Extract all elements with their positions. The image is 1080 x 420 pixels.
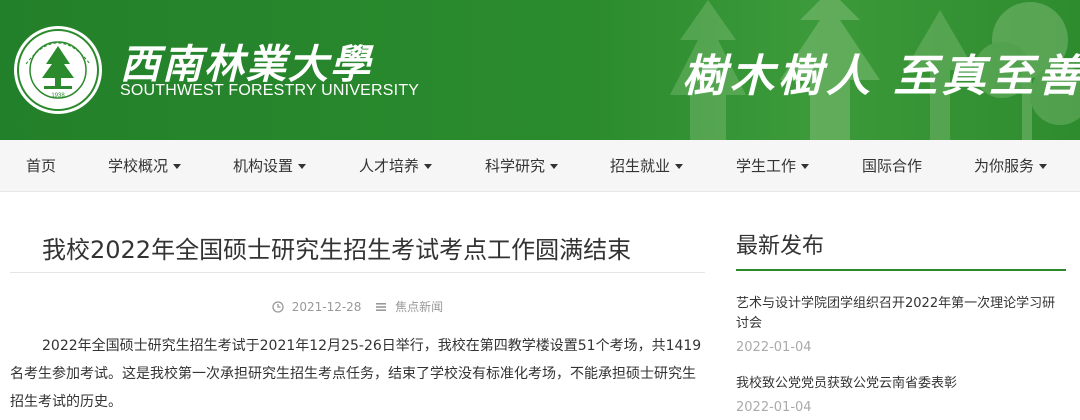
nav-item-label: 科学研究 [485,157,546,175]
article-date: 2021-12-28 [291,299,362,314]
nav-item-label: 人才培养 [359,157,420,175]
nav-item-label: 国际合作 [862,157,923,175]
nav-item-home[interactable]: 首页 [26,140,56,192]
nav-item-services[interactable]: 为你服务 [974,140,1048,192]
chevron-down-icon [1039,164,1048,169]
article-meta: 2021-12-28 焦点新闻 [10,298,705,315]
nav-item-education[interactable]: 人才培养 [359,140,433,192]
nav-item-about[interactable]: 学校概况 [108,140,182,192]
chevron-down-icon [298,164,307,169]
nav-item-label: 首页 [26,157,57,175]
nav-item-admissions[interactable]: 招生就业 [610,140,684,192]
site-header: 1938 西南林業大學 SOUTHWEST FORESTRY UNIVERSIT… [0,0,1080,140]
nav-item-label: 学校概况 [108,157,169,175]
divider [10,272,705,273]
nav-item-label: 机构设置 [233,157,294,175]
sidebar-title: 最新发布 [736,234,825,259]
seal-year: 1938 [51,93,65,99]
list-icon [376,302,387,311]
chevron-down-icon [550,164,559,169]
news-date: 2022-01-04 [736,400,812,415]
article-title: 我校2022年全国硕士研究生招生考试考点工作圆满结束 [42,236,632,264]
divider [736,269,1066,271]
university-seal-logo[interactable]: 1938 [12,24,104,116]
nav-item-international[interactable]: 国际合作 [862,140,922,192]
nav-item-label: 学生工作 [736,157,797,175]
brand-name-chinese: 西南林業大學 [120,41,372,88]
chevron-down-icon [675,164,684,169]
latest-news-sidebar: 最新发布 艺术与设计学院团学组织召开2022年第一次理论学习研讨会 2022-0… [736,192,1066,420]
nav-item-label: 为你服务 [974,157,1035,175]
list-item[interactable]: 我校致公党党员获致公党云南省委表彰 2022-01-04 [736,374,1066,415]
nav-item-students[interactable]: 学生工作 [736,140,810,192]
nav-item-departments[interactable]: 机构设置 [233,140,307,192]
news-title[interactable]: 我校致公党党员获致公党云南省委表彰 [736,374,1066,394]
nav-item-research[interactable]: 科学研究 [485,140,559,192]
chevron-down-icon [173,164,182,169]
nav-item-label: 招生就业 [610,157,671,175]
article-body: 2022年全国硕士研究生招生考试于2021年12月25-26日举行，我校在第四教… [10,338,702,410]
chevron-down-icon [424,164,433,169]
university-motto: 樹木樹人 至真至善 [682,51,1080,102]
chevron-down-icon [801,164,810,169]
news-title[interactable]: 艺术与设计学院团学组织召开2022年第一次理论学习研讨会 [736,294,1066,334]
news-date: 2022-01-04 [736,340,812,355]
article: 我校2022年全国硕士研究生招生考试考点工作圆满结束 2021-12-28 焦点… [10,192,705,420]
article-category[interactable]: 焦点新闻 [395,300,443,314]
list-item[interactable]: 艺术与设计学院团学组织召开2022年第一次理论学习研讨会 2022-01-04 [736,294,1066,355]
brand-name-english: SOUTHWEST FORESTRY UNIVERSITY [120,82,420,99]
main-navigation: 首页 学校概况 机构设置 人才培养 科学研究 招生就业 学生工作 国际合作 为你… [0,140,1080,192]
clock-icon [272,300,284,313]
